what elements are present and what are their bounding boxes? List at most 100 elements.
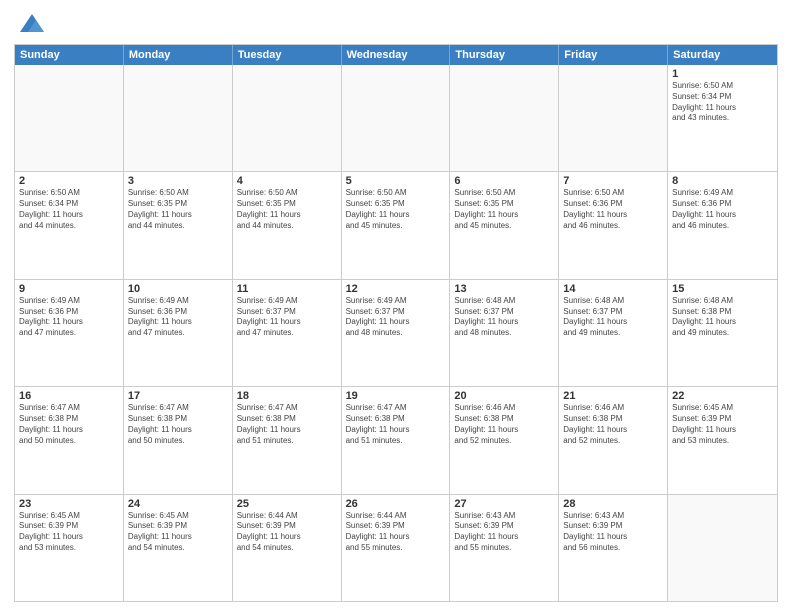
- calendar-row: 16Sunrise: 6:47 AM Sunset: 6:38 PM Dayli…: [15, 386, 777, 493]
- day-number: 11: [237, 283, 337, 295]
- calendar-cell: 23Sunrise: 6:45 AM Sunset: 6:39 PM Dayli…: [15, 495, 124, 601]
- day-info: Sunrise: 6:43 AM Sunset: 6:39 PM Dayligh…: [563, 511, 663, 554]
- calendar-cell: [559, 65, 668, 171]
- day-info: Sunrise: 6:43 AM Sunset: 6:39 PM Dayligh…: [454, 511, 554, 554]
- day-info: Sunrise: 6:49 AM Sunset: 6:36 PM Dayligh…: [672, 188, 773, 231]
- calendar-cell: 4Sunrise: 6:50 AM Sunset: 6:35 PM Daylig…: [233, 172, 342, 278]
- day-info: Sunrise: 6:50 AM Sunset: 6:35 PM Dayligh…: [128, 188, 228, 231]
- day-number: 15: [672, 283, 773, 295]
- calendar-cell: 24Sunrise: 6:45 AM Sunset: 6:39 PM Dayli…: [124, 495, 233, 601]
- day-info: Sunrise: 6:50 AM Sunset: 6:35 PM Dayligh…: [237, 188, 337, 231]
- weekday-header: Thursday: [450, 45, 559, 65]
- calendar-cell: 2Sunrise: 6:50 AM Sunset: 6:34 PM Daylig…: [15, 172, 124, 278]
- day-number: 10: [128, 283, 228, 295]
- calendar-cell: 19Sunrise: 6:47 AM Sunset: 6:38 PM Dayli…: [342, 387, 451, 493]
- day-info: Sunrise: 6:47 AM Sunset: 6:38 PM Dayligh…: [128, 403, 228, 446]
- calendar-cell: 22Sunrise: 6:45 AM Sunset: 6:39 PM Dayli…: [668, 387, 777, 493]
- calendar-cell: 7Sunrise: 6:50 AM Sunset: 6:36 PM Daylig…: [559, 172, 668, 278]
- day-number: 19: [346, 390, 446, 402]
- calendar-cell: 11Sunrise: 6:49 AM Sunset: 6:37 PM Dayli…: [233, 280, 342, 386]
- day-info: Sunrise: 6:49 AM Sunset: 6:37 PM Dayligh…: [346, 296, 446, 339]
- day-number: 1: [672, 68, 773, 80]
- day-number: 2: [19, 175, 119, 187]
- page: SundayMondayTuesdayWednesdayThursdayFrid…: [0, 0, 792, 612]
- day-number: 7: [563, 175, 663, 187]
- day-number: 24: [128, 498, 228, 510]
- calendar-cell: 6Sunrise: 6:50 AM Sunset: 6:35 PM Daylig…: [450, 172, 559, 278]
- calendar-cell: 16Sunrise: 6:47 AM Sunset: 6:38 PM Dayli…: [15, 387, 124, 493]
- day-info: Sunrise: 6:49 AM Sunset: 6:36 PM Dayligh…: [19, 296, 119, 339]
- day-number: 8: [672, 175, 773, 187]
- day-info: Sunrise: 6:44 AM Sunset: 6:39 PM Dayligh…: [237, 511, 337, 554]
- calendar-cell: [342, 65, 451, 171]
- day-number: 21: [563, 390, 663, 402]
- calendar-cell: 10Sunrise: 6:49 AM Sunset: 6:36 PM Dayli…: [124, 280, 233, 386]
- calendar-cell: 9Sunrise: 6:49 AM Sunset: 6:36 PM Daylig…: [15, 280, 124, 386]
- day-number: 22: [672, 390, 773, 402]
- calendar-cell: 20Sunrise: 6:46 AM Sunset: 6:38 PM Dayli…: [450, 387, 559, 493]
- weekday-header: Wednesday: [342, 45, 451, 65]
- day-number: 20: [454, 390, 554, 402]
- day-number: 26: [346, 498, 446, 510]
- day-info: Sunrise: 6:47 AM Sunset: 6:38 PM Dayligh…: [237, 403, 337, 446]
- day-info: Sunrise: 6:48 AM Sunset: 6:37 PM Dayligh…: [454, 296, 554, 339]
- day-number: 14: [563, 283, 663, 295]
- day-info: Sunrise: 6:50 AM Sunset: 6:34 PM Dayligh…: [672, 81, 773, 124]
- calendar-row: 1Sunrise: 6:50 AM Sunset: 6:34 PM Daylig…: [15, 65, 777, 171]
- day-info: Sunrise: 6:50 AM Sunset: 6:34 PM Dayligh…: [19, 188, 119, 231]
- logo: [14, 10, 46, 38]
- calendar-cell: 1Sunrise: 6:50 AM Sunset: 6:34 PM Daylig…: [668, 65, 777, 171]
- calendar-cell: [124, 65, 233, 171]
- day-info: Sunrise: 6:45 AM Sunset: 6:39 PM Dayligh…: [19, 511, 119, 554]
- day-info: Sunrise: 6:50 AM Sunset: 6:35 PM Dayligh…: [346, 188, 446, 231]
- day-number: 16: [19, 390, 119, 402]
- day-number: 9: [19, 283, 119, 295]
- calendar-cell: 5Sunrise: 6:50 AM Sunset: 6:35 PM Daylig…: [342, 172, 451, 278]
- day-number: 25: [237, 498, 337, 510]
- day-info: Sunrise: 6:48 AM Sunset: 6:37 PM Dayligh…: [563, 296, 663, 339]
- weekday-header: Sunday: [15, 45, 124, 65]
- weekday-header: Monday: [124, 45, 233, 65]
- calendar-cell: 13Sunrise: 6:48 AM Sunset: 6:37 PM Dayli…: [450, 280, 559, 386]
- day-number: 28: [563, 498, 663, 510]
- calendar-cell: 15Sunrise: 6:48 AM Sunset: 6:38 PM Dayli…: [668, 280, 777, 386]
- calendar-cell: 17Sunrise: 6:47 AM Sunset: 6:38 PM Dayli…: [124, 387, 233, 493]
- calendar-cell: 21Sunrise: 6:46 AM Sunset: 6:38 PM Dayli…: [559, 387, 668, 493]
- day-number: 6: [454, 175, 554, 187]
- day-number: 5: [346, 175, 446, 187]
- day-info: Sunrise: 6:47 AM Sunset: 6:38 PM Dayligh…: [19, 403, 119, 446]
- day-info: Sunrise: 6:47 AM Sunset: 6:38 PM Dayligh…: [346, 403, 446, 446]
- day-number: 17: [128, 390, 228, 402]
- calendar-cell: 18Sunrise: 6:47 AM Sunset: 6:38 PM Dayli…: [233, 387, 342, 493]
- day-number: 4: [237, 175, 337, 187]
- calendar-header: SundayMondayTuesdayWednesdayThursdayFrid…: [15, 45, 777, 65]
- calendar-cell: [668, 495, 777, 601]
- day-number: 18: [237, 390, 337, 402]
- day-number: 27: [454, 498, 554, 510]
- weekday-header: Friday: [559, 45, 668, 65]
- calendar-row: 9Sunrise: 6:49 AM Sunset: 6:36 PM Daylig…: [15, 279, 777, 386]
- day-number: 3: [128, 175, 228, 187]
- calendar-row: 2Sunrise: 6:50 AM Sunset: 6:34 PM Daylig…: [15, 171, 777, 278]
- day-info: Sunrise: 6:49 AM Sunset: 6:36 PM Dayligh…: [128, 296, 228, 339]
- day-info: Sunrise: 6:44 AM Sunset: 6:39 PM Dayligh…: [346, 511, 446, 554]
- day-info: Sunrise: 6:49 AM Sunset: 6:37 PM Dayligh…: [237, 296, 337, 339]
- day-info: Sunrise: 6:46 AM Sunset: 6:38 PM Dayligh…: [563, 403, 663, 446]
- calendar-cell: 12Sunrise: 6:49 AM Sunset: 6:37 PM Dayli…: [342, 280, 451, 386]
- calendar-cell: 3Sunrise: 6:50 AM Sunset: 6:35 PM Daylig…: [124, 172, 233, 278]
- day-number: 12: [346, 283, 446, 295]
- day-number: 23: [19, 498, 119, 510]
- calendar-cell: 25Sunrise: 6:44 AM Sunset: 6:39 PM Dayli…: [233, 495, 342, 601]
- calendar-cell: 28Sunrise: 6:43 AM Sunset: 6:39 PM Dayli…: [559, 495, 668, 601]
- calendar-cell: [450, 65, 559, 171]
- calendar-cell: 26Sunrise: 6:44 AM Sunset: 6:39 PM Dayli…: [342, 495, 451, 601]
- day-info: Sunrise: 6:45 AM Sunset: 6:39 PM Dayligh…: [672, 403, 773, 446]
- day-info: Sunrise: 6:50 AM Sunset: 6:36 PM Dayligh…: [563, 188, 663, 231]
- calendar: SundayMondayTuesdayWednesdayThursdayFrid…: [14, 44, 778, 602]
- weekday-header: Saturday: [668, 45, 777, 65]
- weekday-header: Tuesday: [233, 45, 342, 65]
- calendar-cell: 8Sunrise: 6:49 AM Sunset: 6:36 PM Daylig…: [668, 172, 777, 278]
- calendar-body: 1Sunrise: 6:50 AM Sunset: 6:34 PM Daylig…: [15, 65, 777, 601]
- calendar-cell: [15, 65, 124, 171]
- header: [14, 10, 778, 38]
